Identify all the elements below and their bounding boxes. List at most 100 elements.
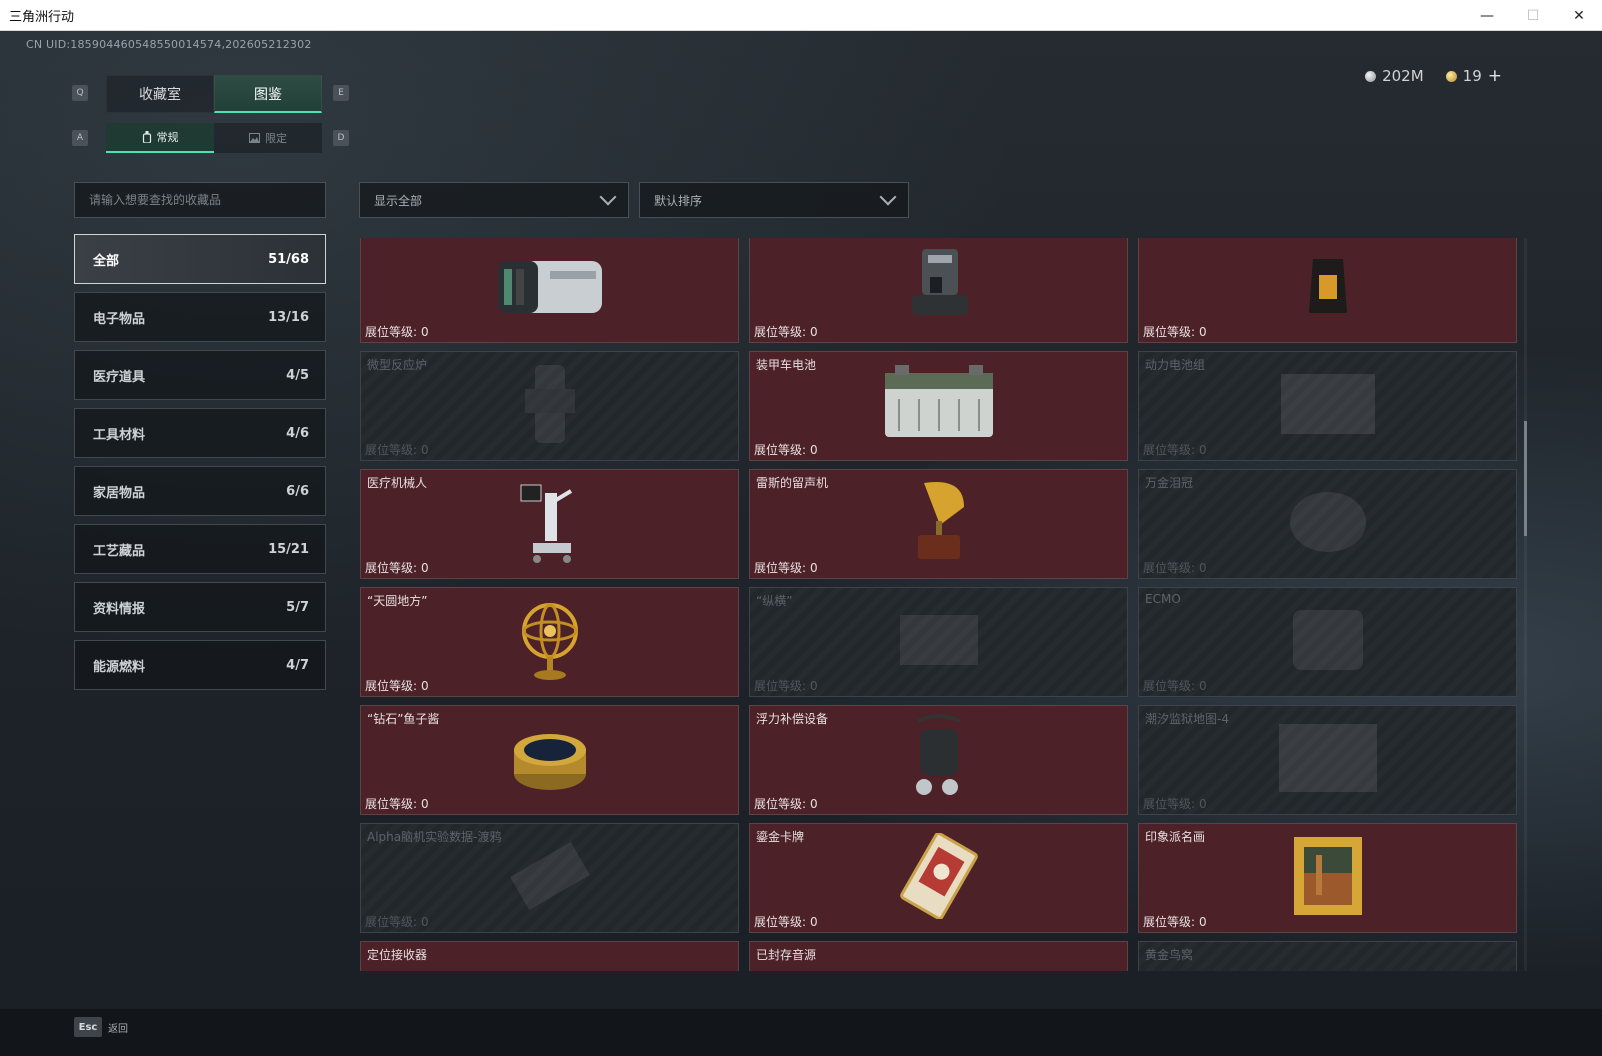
collection-item-name: 动力电池组 xyxy=(1145,358,1206,372)
booth-level-label: 展位等级: xyxy=(1143,915,1196,929)
category-intel[interactable]: 资料情报 5/7 xyxy=(74,582,326,632)
back-button[interactable]: Esc 返回 xyxy=(74,1017,128,1037)
collection-card[interactable]: “钻石”鱼子酱 展位等级: 0 xyxy=(360,705,739,815)
battery-pack-icon xyxy=(1273,364,1383,448)
tab-codex[interactable]: 图鉴 xyxy=(214,75,322,113)
close-button[interactable]: ✕ xyxy=(1556,0,1602,31)
subtab-limited-label: 限定 xyxy=(265,132,287,145)
category-crafts[interactable]: 工艺藏品 15/21 xyxy=(74,524,326,574)
battery-icon xyxy=(879,359,999,453)
booth-level: 展位等级: 0 xyxy=(754,913,818,930)
subtab-limited[interactable]: 限定 xyxy=(214,123,322,153)
armillary-sphere-icon xyxy=(515,595,585,689)
collection-card[interactable]: 定位接收器 xyxy=(360,941,739,971)
booth-level-label: 展位等级: xyxy=(365,915,418,929)
camera-icon xyxy=(490,251,610,325)
scrollbar-thumb[interactable] xyxy=(1524,421,1527,536)
category-tools[interactable]: 工具材料 4/6 xyxy=(74,408,326,458)
collection-card[interactable]: “天圆地方” 展位等级: 0 xyxy=(360,587,739,697)
booth-level: 展位等级: 0 xyxy=(365,795,429,812)
collection-item-name: 装甲车电池 xyxy=(756,358,817,372)
collection-card[interactable]: Alpha脑机实验数据-渡鸦 展位等级: 0 xyxy=(360,823,739,933)
category-label: 工艺藏品 xyxy=(93,543,146,559)
booth-level: 展位等级: 0 xyxy=(1143,795,1207,812)
image-icon xyxy=(249,133,260,143)
reactor-icon xyxy=(515,359,585,453)
collection-card[interactable]: 展位等级: 0 xyxy=(749,238,1128,343)
key-hint-q: Q xyxy=(72,85,88,101)
booth-level: 展位等级: 0 xyxy=(1143,441,1207,458)
category-energy[interactable]: 能源燃料 4/7 xyxy=(74,640,326,690)
booth-level: 展位等级: 0 xyxy=(365,677,429,694)
collection-card[interactable]: 浮力补偿设备 展位等级: 0 xyxy=(749,705,1128,815)
subtab-regular[interactable]: 常规 xyxy=(106,123,214,153)
booth-level-label: 展位等级: xyxy=(754,561,807,575)
collection-card[interactable]: 展位等级: 0 xyxy=(360,238,739,343)
booth-level: 展位等级: 0 xyxy=(1143,559,1207,576)
collection-card[interactable]: “纵横” 展位等级: 0 xyxy=(749,587,1128,697)
booth-level-value: 0 xyxy=(1199,561,1207,575)
booth-level: 展位等级: 0 xyxy=(365,559,429,576)
silver-currency: 202M xyxy=(1365,67,1424,85)
gold-amount: 19 xyxy=(1462,67,1482,85)
bottle-icon xyxy=(142,131,151,143)
collection-card[interactable]: 印象派名画展位等级: 0 xyxy=(1138,823,1517,933)
booth-level-label: 展位等级: xyxy=(754,915,807,929)
collection-card[interactable]: 黄金鸟窝 xyxy=(1138,941,1517,971)
category-count: 6/6 xyxy=(286,483,309,499)
tab-collection-room[interactable]: 收藏室 xyxy=(106,75,214,113)
collection-card[interactable]: ECMO 展位等级: 0 xyxy=(1138,587,1517,697)
collection-grid: 展位等级: 0 展位等级: 0 展位等级: 0 微型反应炉 展位等级: 0 装甲车电池 展位等级: 0… xyxy=(360,238,1517,971)
add-currency-button[interactable]: + xyxy=(1488,66,1502,86)
collection-card[interactable]: 展位等级: 0 xyxy=(1138,238,1517,343)
collection-card[interactable]: 已封存音源 xyxy=(749,941,1128,971)
booth-level-value: 0 xyxy=(1199,443,1207,457)
collection-card[interactable]: 潮汐监狱地图-4 展位等级: 0 xyxy=(1138,705,1517,815)
booth-level: 展位等级: 0 xyxy=(754,323,818,340)
collection-card[interactable]: 万金泪冠 展位等级: 0 xyxy=(1138,469,1517,579)
category-label: 医疗道具 xyxy=(93,369,146,385)
category-list: 全部 51/68 电子物品 13/16 医疗道具 4/5 工具材料 4/6 家居物品 6/… xyxy=(74,234,326,698)
collection-card[interactable]: 医疗机械人 展位等级: 0 xyxy=(360,469,739,579)
booth-level-value: 0 xyxy=(810,915,818,929)
collection-card[interactable]: 鎏金卡牌 展位等级: 0 xyxy=(749,823,1128,933)
booth-level-label: 展位等级: xyxy=(365,679,418,693)
silver-coin-icon xyxy=(1365,70,1377,82)
gold-coin-icon xyxy=(1445,70,1457,82)
main-tabs: 收藏室 图鉴 xyxy=(106,75,322,113)
bottom-bar xyxy=(0,1009,1602,1056)
collection-card[interactable]: 雷斯的留声机 展位等级: 0 xyxy=(749,469,1128,579)
category-label: 资料情报 xyxy=(93,601,146,617)
collection-item-name: 印象派名画 xyxy=(1145,830,1206,844)
esc-key-icon: Esc xyxy=(74,1017,102,1037)
category-label: 电子物品 xyxy=(93,311,146,327)
filter-dropdown[interactable]: 显示全部 xyxy=(359,182,629,218)
sort-dropdown[interactable]: 默认排序 xyxy=(639,182,909,218)
category-household[interactable]: 家居物品 6/6 xyxy=(74,466,326,516)
category-medical[interactable]: 医疗道具 4/5 xyxy=(74,350,326,400)
collection-card[interactable]: 微型反应炉 展位等级: 0 xyxy=(360,351,739,461)
booth-level-value: 0 xyxy=(421,679,429,693)
uid-label: CN UID:185904460548550014574,20260521230… xyxy=(26,38,312,51)
category-all[interactable]: 全部 51/68 xyxy=(74,234,326,284)
gold-currency: 19 + xyxy=(1445,66,1502,86)
search-input[interactable] xyxy=(74,182,326,218)
sort-dropdown-value: 默认排序 xyxy=(654,193,703,208)
booth-level: 展位等级: 0 xyxy=(1143,913,1207,930)
window-controls: — ☐ ✕ xyxy=(1464,0,1602,31)
silver-amount: 202M xyxy=(1382,67,1424,85)
collection-item-name: “天圆地方” xyxy=(367,594,428,608)
minimize-button[interactable]: — xyxy=(1464,0,1510,31)
key-hint-a: A xyxy=(72,130,88,146)
category-electronics[interactable]: 电子物品 13/16 xyxy=(74,292,326,342)
booth-level-label: 展位等级: xyxy=(754,325,807,339)
maximize-button[interactable]: ☐ xyxy=(1510,0,1556,31)
booth-level-label: 展位等级: xyxy=(754,443,807,457)
collection-card[interactable]: 动力电池组展位等级: 0 xyxy=(1138,351,1517,461)
scrollbar-track[interactable] xyxy=(1524,238,1527,971)
window-titlebar: 三角洲行动 — ☐ ✕ xyxy=(0,0,1602,31)
subtab-regular-label: 常规 xyxy=(156,131,179,144)
collection-card[interactable]: 装甲车电池 展位等级: 0 xyxy=(749,351,1128,461)
collection-item-name: 微型反应炉 xyxy=(367,358,428,372)
category-label: 工具材料 xyxy=(93,427,146,443)
